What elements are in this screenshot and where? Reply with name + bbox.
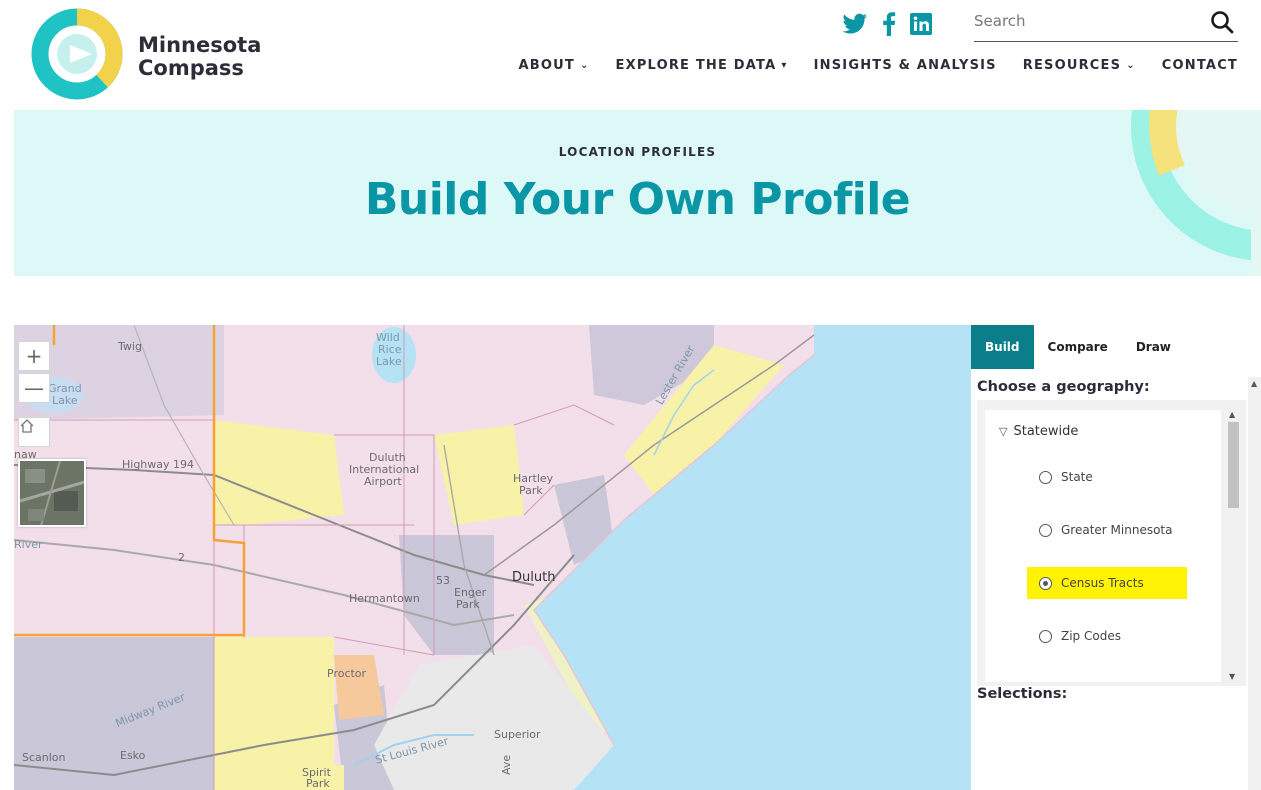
- nav-resources[interactable]: RESOURCES ⌄: [1023, 58, 1136, 73]
- nav-contact[interactable]: CONTACT: [1162, 58, 1238, 73]
- panel-scrollbar[interactable]: ▲: [1248, 377, 1261, 790]
- geography-list-container: ▽ Statewide State Greater Minnesota Cens…: [977, 400, 1246, 686]
- minnesota-compass-logo[interactable]: [30, 7, 126, 101]
- main-nav: ABOUT ⌄ EXPLORE THE DATA ▾ INSIGHTS & ANAL…: [518, 58, 1238, 73]
- option-label: Greater Minnesota: [1061, 523, 1173, 537]
- nav-about[interactable]: ABOUT ⌄: [518, 58, 589, 73]
- map-label-enger-2: Park: [456, 598, 480, 611]
- brand-name[interactable]: Minnesota Compass: [138, 34, 261, 80]
- map-label-route-2: 2: [178, 551, 185, 564]
- panel-scroll-up-icon[interactable]: ▲: [1251, 379, 1257, 388]
- list-scrollbar-thumb[interactable]: [1228, 422, 1239, 508]
- map-label-superior: Superior: [494, 728, 541, 741]
- basemap-toggle[interactable]: [18, 459, 86, 527]
- option-label: Census Tracts: [1061, 576, 1144, 590]
- nav-explore-label: EXPLORE THE DATA: [615, 58, 777, 73]
- tree-group-label: Statewide: [1013, 424, 1079, 439]
- map-label-route-53: 53: [436, 574, 450, 587]
- nav-contact-label: CONTACT: [1161, 58, 1238, 73]
- option-label: Zip Codes: [1061, 629, 1121, 643]
- map-label-grand-lake: Lake: [52, 394, 78, 407]
- page-title: Build Your Own Profile: [364, 174, 911, 225]
- map-label-river-left: River: [14, 538, 43, 551]
- map-label-twig: Twig: [118, 340, 142, 353]
- site-header: Minnesota Compass ABOUT ⌄ EXPLORE THE DAT…: [0, 0, 1261, 108]
- facebook-icon[interactable]: [882, 12, 896, 40]
- scroll-up-arrow-icon[interactable]: ▲: [1229, 410, 1235, 419]
- map-label-lake: Lake: [376, 355, 402, 368]
- tree-group-statewide[interactable]: ▽ Statewide: [999, 424, 1078, 439]
- map-label-hermantown: Hermantown: [349, 592, 420, 605]
- radio-button[interactable]: [1039, 629, 1052, 643]
- social-links: [842, 12, 932, 40]
- search-icon[interactable]: [1210, 10, 1234, 38]
- map-view[interactable]: Twig Wild Rice Lake Grand Lake Highway 1…: [14, 325, 971, 790]
- map-label-highway-194: Highway 194: [122, 458, 195, 471]
- tab-draw[interactable]: Draw: [1122, 325, 1185, 369]
- home-extent-button[interactable]: [18, 417, 50, 447]
- chevron-down-icon: ⌄: [579, 60, 590, 71]
- brand-line-2: Compass: [138, 56, 244, 80]
- map-label-duluth-intl-3: Airport: [364, 475, 402, 488]
- scroll-down-arrow-icon[interactable]: ▼: [1229, 672, 1235, 681]
- brand-line-1: Minnesota: [138, 33, 262, 57]
- decorative-compass-art: [1131, 110, 1261, 276]
- zoom-in-button[interactable]: +: [18, 341, 50, 371]
- hero-kicker: LOCATION PROFILES: [558, 145, 717, 159]
- map-label-ave: Ave: [500, 754, 513, 775]
- geography-option-census-tracts[interactable]: Census Tracts: [1027, 567, 1187, 599]
- search-input[interactable]: [974, 8, 1194, 34]
- map-label-esko: Esko: [120, 749, 146, 762]
- panel-tabs: Build Compare Draw: [971, 325, 1185, 369]
- map-canvas[interactable]: [14, 325, 971, 790]
- geography-list[interactable]: ▽ Statewide State Greater Minnesota Cens…: [985, 410, 1221, 682]
- geography-option-greater-minnesota[interactable]: Greater Minnesota: [1027, 514, 1184, 546]
- zoom-out-button[interactable]: —: [18, 373, 50, 403]
- chevron-down-icon: ⌄: [1126, 60, 1136, 71]
- nav-insights-label: INSIGHTS & ANALYSIS: [813, 58, 997, 73]
- geography-option-state[interactable]: State: [1027, 461, 1105, 493]
- radio-button[interactable]: [1039, 470, 1052, 484]
- search-box: [974, 8, 1238, 42]
- choose-geography-heading: Choose a geography:: [977, 379, 1150, 395]
- radio-button[interactable]: [1039, 523, 1052, 537]
- map-label-duluth: Duluth: [512, 570, 556, 585]
- list-scrollbar[interactable]: ▲ ▼: [1225, 410, 1241, 682]
- map-label-scanlon: Scanlon: [22, 751, 66, 764]
- triangle-down-icon: ▽: [999, 425, 1008, 438]
- twitter-icon[interactable]: [842, 13, 868, 39]
- nav-explore-the-data[interactable]: EXPLORE THE DATA ▾: [616, 58, 788, 73]
- nav-resources-label: RESOURCES: [1022, 58, 1122, 73]
- satellite-thumbnail-icon: [20, 461, 84, 525]
- caret-down-icon: ▾: [781, 60, 788, 71]
- hero-banner: LOCATION PROFILES Build Your Own Profile: [14, 110, 1261, 276]
- map-label-hartley-2: Park: [519, 484, 543, 497]
- linkedin-icon[interactable]: [910, 13, 932, 39]
- geography-option-zip-codes[interactable]: Zip Codes: [1027, 620, 1133, 652]
- option-label: State: [1061, 470, 1093, 484]
- map-label-proctor: Proctor: [327, 667, 367, 680]
- selections-heading: Selections:: [977, 686, 1068, 702]
- tab-build[interactable]: Build: [971, 325, 1034, 369]
- nav-insights-analysis[interactable]: INSIGHTS & ANALYSIS: [814, 58, 997, 73]
- tab-compare[interactable]: Compare: [1034, 325, 1122, 369]
- radio-button-selected[interactable]: [1039, 576, 1052, 590]
- profile-builder-panel: Build Compare Draw Choose a geography: ▽…: [971, 325, 1261, 790]
- nav-about-label: ABOUT: [518, 58, 575, 73]
- map-label-spirit-2: Park: [306, 777, 330, 790]
